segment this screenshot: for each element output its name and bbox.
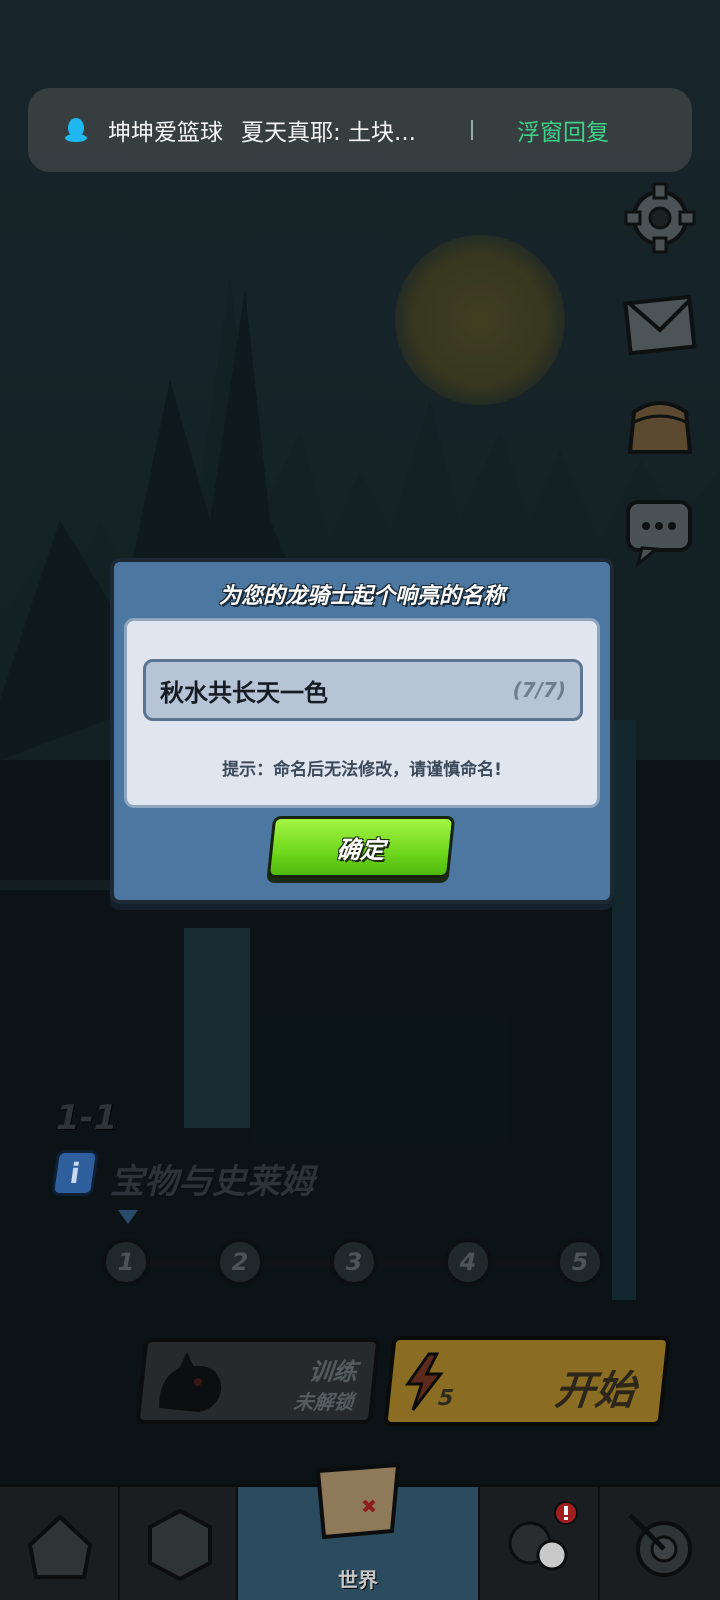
notification-divider <box>471 120 473 140</box>
nav-heroes-tab[interactable] <box>480 1487 600 1600</box>
qq-penguin-icon <box>65 118 87 142</box>
hero-characters-icon <box>508 1501 578 1571</box>
train-button[interactable]: 训练 未解锁 <box>135 1338 381 1424</box>
name-input-value: 秋水共长天一色 <box>160 678 328 707</box>
dialog-body: 秋水共长天一色 (7/7) 提示：命名后无法修改，请谨慎命名! <box>124 618 600 808</box>
settings-gear-icon[interactable] <box>620 178 700 258</box>
nav-world-tab[interactable]: 世界 <box>238 1462 480 1600</box>
stage-node[interactable]: 5 <box>556 1238 604 1286</box>
stage-number: 1-1 <box>56 1098 118 1138</box>
target-arrow-icon <box>628 1513 692 1577</box>
nav-shop-tab[interactable] <box>0 1487 120 1600</box>
start-energy-cost: 5 <box>436 1386 455 1411</box>
shop-house-icon <box>27 1514 93 1579</box>
world-map-icon <box>315 1462 401 1540</box>
dark-beast-icon <box>159 1352 222 1412</box>
mail-icon[interactable] <box>620 286 700 366</box>
notification-sender: 坤坤爱篮球 <box>108 120 223 146</box>
name-char-count: (7/7) <box>512 678 566 702</box>
nav-world-label: 世界 <box>338 1568 378 1592</box>
confirm-button[interactable]: 确定 <box>266 816 456 878</box>
floating-notification[interactable]: 坤坤爱篮球 夏天真耶: 土块... 浮窗回复 <box>28 88 692 172</box>
train-title: 训练 <box>307 1358 359 1386</box>
bottom-navigation: 世界 <box>0 1462 720 1600</box>
notification-message: 夏天真耶: 土块... <box>241 120 416 146</box>
knight-name-input[interactable]: 秋水共长天一色 (7/7) <box>143 659 583 721</box>
hex-rune-icon <box>148 1508 212 1582</box>
train-status: 未解锁 <box>292 1390 356 1414</box>
confirm-button-label: 确定 <box>335 835 387 864</box>
chat-icon[interactable] <box>620 494 700 574</box>
stage-node[interactable]: 1 <box>102 1238 150 1286</box>
floating-reply-button[interactable]: 浮窗回复 <box>517 113 609 147</box>
stage-node[interactable]: 4 <box>444 1238 492 1286</box>
start-button[interactable]: 5 开始 <box>383 1336 671 1426</box>
stage-name: 宝物与史莱姆 <box>110 1162 314 1202</box>
naming-hint: 提示：命名后无法修改，请谨慎命名! <box>222 760 502 780</box>
stage-info-icon[interactable]: i <box>50 1150 100 1196</box>
current-node-pointer-icon <box>118 1210 138 1224</box>
naming-dialog: 为您的龙骑士起个响亮的名称 秋水共长天一色 (7/7) 提示：命名后无法修改，请… <box>110 558 614 904</box>
stage-node[interactable]: 2 <box>216 1238 264 1286</box>
backpack-icon[interactable] <box>620 386 700 466</box>
dialog-title: 为您的龙骑士起个响亮的名称 <box>218 584 505 609</box>
nav-arena-tab[interactable] <box>600 1487 720 1600</box>
stage-node[interactable]: 3 <box>330 1238 378 1286</box>
nav-dungeon-tab[interactable] <box>120 1487 238 1600</box>
start-label: 开始 <box>552 1368 638 1414</box>
